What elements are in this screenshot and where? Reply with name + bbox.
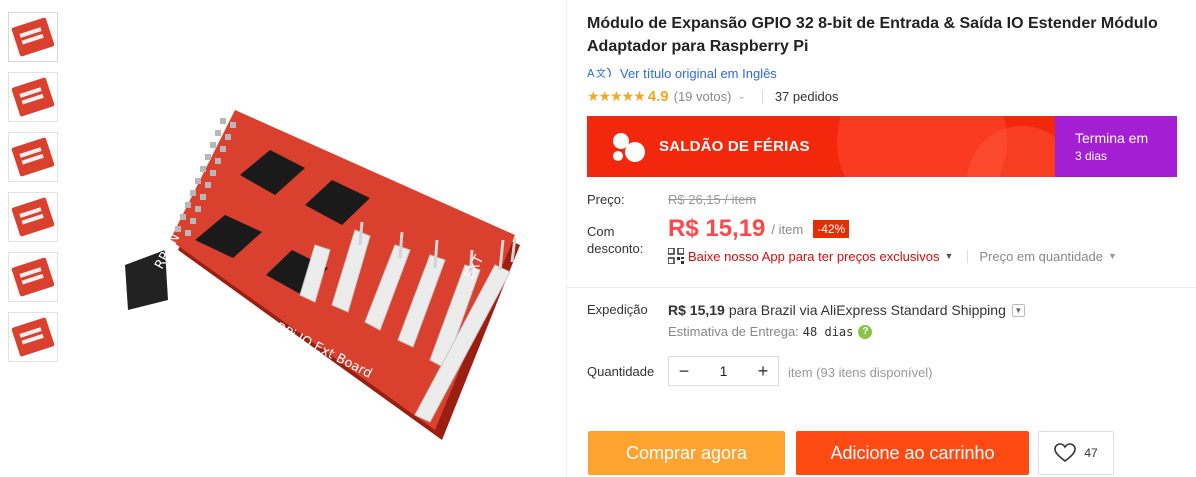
thumbnail-image (11, 17, 55, 57)
current-price: R$ 15,19 (668, 215, 766, 242)
shipping-cost: R$ 15,19 (668, 302, 725, 318)
buy-now-button[interactable]: Comprar agora (588, 431, 785, 475)
rating-score: 4.9 (647, 88, 669, 105)
chevron-down-icon[interactable]: ▼ (1108, 251, 1117, 261)
promo-row: Baixe nosso App para ter preços exclusiv… (668, 248, 1117, 264)
stock-availability: item (93 itens disponível) (788, 365, 933, 380)
delivery-estimate: Estimativa de Entrega: 48 dias ? (668, 324, 873, 339)
countdown-value: 3 dias (1075, 149, 1108, 163)
thumbnail-1[interactable] (8, 12, 58, 62)
countdown-label: Termina em (1075, 130, 1149, 146)
discount-badge: -42% (813, 220, 850, 238)
translate-link[interactable]: A 文 Ver título original em Inglês (587, 65, 777, 81)
shipping-option[interactable]: R$ 15,19 para Brazil via AliExpress Stan… (668, 302, 1025, 318)
quantity-label: Quantidade (587, 364, 655, 379)
separator (967, 249, 969, 263)
rating-row: ★★★★★ 4.9 (19 votos) ⌄ 37 pedidos (587, 88, 838, 105)
bulk-price-link[interactable]: Preço em quantidade (979, 249, 1103, 264)
shipping-text: para Brazil via AliExpress Standard Ship… (728, 302, 1006, 318)
quantity-increase-button[interactable]: + (748, 357, 778, 385)
sale-banner[interactable]: SALDÃO DE FÉRIAS Termina em 3 dias (587, 116, 1177, 177)
quantity-stepper: − 1 + (668, 356, 779, 386)
star-icon: ★★★★★ (587, 88, 646, 104)
quantity-input[interactable]: 1 (699, 363, 748, 379)
thumbnail-image (11, 317, 55, 357)
price-unit: / item (771, 221, 804, 237)
main-product-image[interactable]: RPi IN EXT RPi IO Ext Board (70, 0, 566, 477)
thumbnail-6[interactable] (8, 312, 58, 362)
chevron-down-icon[interactable]: ▼ (1011, 303, 1025, 317)
rating-votes[interactable]: (19 votos) (674, 89, 732, 104)
shipping-label: Expedição (587, 302, 648, 317)
translate-icon: A 文 (587, 67, 611, 80)
eta-value: 48 dias (802, 324, 854, 339)
thumbnail-strip (8, 12, 58, 372)
product-board-illustration: RPi IN EXT RPi IO Ext Board (125, 110, 520, 440)
chevron-down-icon[interactable]: ⌄ (737, 91, 745, 102)
price-row: R$ 15,19 / item -42% (668, 215, 850, 243)
heart-icon (1054, 443, 1077, 463)
eta-label: Estimativa de Entrega: (668, 324, 799, 339)
section-divider (567, 287, 1196, 288)
thumbnail-image (11, 77, 55, 117)
thumbnail-image (11, 257, 55, 297)
wishlist-count: 47 (1084, 446, 1098, 460)
quantity-decrease-button[interactable]: − (669, 357, 699, 385)
thumbnail-image (11, 197, 55, 237)
translate-label: Ver título original em Inglês (620, 65, 777, 81)
svg-text:文: 文 (596, 67, 606, 80)
banner-countdown: Termina em 3 dias (1055, 116, 1177, 177)
chevron-down-icon[interactable]: ▼ (944, 251, 953, 261)
orders-count: 37 pedidos (774, 89, 839, 104)
add-to-cart-button[interactable]: Adicione ao carrinho (796, 431, 1029, 475)
thumbnail-3[interactable] (8, 132, 58, 182)
product-title: Módulo de Expansão GPIO 32 8-bit de Entr… (587, 15, 1158, 55)
svg-text:A: A (587, 67, 595, 80)
sale-logo-icon (613, 133, 645, 162)
thumbnail-image (11, 137, 55, 177)
qr-code-icon (668, 248, 684, 264)
thumbnail-5[interactable] (8, 252, 58, 302)
separator (761, 89, 763, 104)
wishlist-button[interactable]: 47 (1038, 431, 1114, 475)
original-price: R$ 26,15 / item (668, 192, 757, 207)
help-icon[interactable]: ? (858, 324, 873, 339)
price-label: Preço: (587, 192, 625, 207)
banner-title: SALDÃO DE FÉRIAS (659, 138, 810, 155)
thumbnail-4[interactable] (8, 192, 58, 242)
board-label-rpi-in: RPi IN (152, 231, 183, 271)
app-promo-link[interactable]: Baixe nosso App para ter preços exclusiv… (688, 249, 939, 264)
thumbnail-2[interactable] (8, 72, 58, 122)
discount-label: Com desconto: (587, 224, 644, 256)
